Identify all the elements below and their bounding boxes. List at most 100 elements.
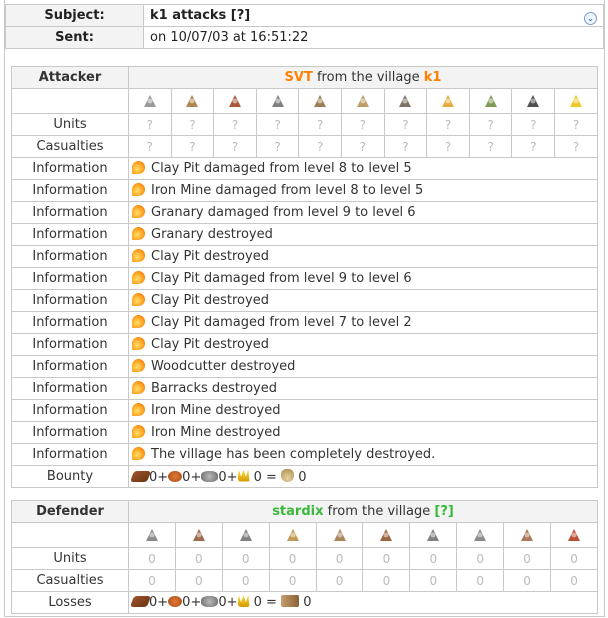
information-row: Information Clay Pit destroyed [11,333,598,356]
casualties-label: Casualties [11,569,129,592]
club-icon [128,88,172,114]
information-label: Information [11,201,129,224]
unit-count-cell: 0 [456,569,505,592]
catapult-fire-icon [132,425,145,438]
catapult-fire-icon [132,271,145,284]
information-row: Information Clay Pit destroyed [11,289,598,312]
equites-imperatoris-icon [315,522,364,548]
defender-from-text: from the village [327,504,431,519]
unit-count-cell: 0 [409,569,458,592]
information-text: Woodcutter destroyed [151,359,296,374]
unit-count-cell: 0 [409,547,458,570]
catapult-fire-icon [132,205,145,218]
catapult-fire-icon [132,337,145,350]
information-row: Information Granary damaged from level 9… [11,201,598,224]
defender-village-link[interactable]: [?] [434,504,453,519]
unit-count-cell: ? [255,135,300,158]
information-label: Information [11,267,129,290]
attacker-village-link[interactable]: k1 [424,70,442,85]
unit-count-cell: 0 [550,547,598,570]
information-text: Iron Mine damaged from level 8 to level … [151,183,424,198]
information-label: Information [11,443,129,466]
subject-value: k1 attacks [?] [150,8,251,23]
unit-count-cell: 0 [268,569,317,592]
defender-player-link[interactable]: stardix [272,504,323,519]
axe-icon [213,88,257,114]
unit-count-cell: ? [298,113,343,136]
information-row: Information Iron Mine damaged from level… [11,179,598,202]
information-label: Information [11,223,129,246]
unit-count-cell: 0 [221,569,270,592]
bounty-label: Bounty [11,465,129,488]
wood-icon [129,470,152,482]
unit-count-cell: ? [170,135,215,158]
attacker-player-link[interactable]: SVT [285,70,313,85]
catapult-icon [426,88,470,114]
defender-title: stardix from the village [?] [128,500,598,523]
information-label: Information [11,289,129,312]
information-text: Granary destroyed [151,227,273,242]
information-label: Information [11,377,129,400]
information-label: Information [11,179,129,202]
spear-icon [170,88,215,114]
clay-icon [168,596,183,607]
settler-icon [511,88,556,114]
unit-count-cell: 0 [128,547,176,570]
unit-count-cell: ? [554,113,598,136]
unit-count-cell: ? [298,135,343,158]
information-text: Granary damaged from level 9 to level 6 [151,205,416,220]
unit-count-cell: ? [426,135,470,158]
crop-icon [237,595,250,607]
iron-icon [201,470,219,482]
unit-count-cell: ? [128,113,172,136]
information-row: Information Granary destroyed [11,223,598,246]
unit-count-cell: 0 [315,569,364,592]
attacker-title: SVT from the village k1 [128,66,598,89]
unit-count-cell: ? [554,135,598,158]
expand-icon[interactable]: ⌄ [584,12,597,25]
information-row: Information Iron Mine destroyed [11,399,598,422]
information-text: Clay Pit destroyed [151,337,269,352]
attacker-from-text: from the village [316,70,420,85]
casualties-label: Casualties [11,135,129,158]
unit-count-cell: ? [426,113,470,136]
catapult-fire-icon [132,183,145,196]
attacker-role: Attacker [11,66,129,89]
information-row: Information Barracks destroyed [11,377,598,400]
information-text: Clay Pit damaged from level 7 to level 2 [151,315,412,330]
sent-value: on 10/07/03 at 16:51:22 [143,26,604,49]
unit-count-cell: ? [383,113,428,136]
units-label: Units [11,547,129,570]
unit-count-cell: ? [213,135,257,158]
legionnaire-icon [128,522,176,548]
attacker-report: Attacker SVT from the village k1 Units ?… [11,66,598,488]
unit-count-cell: 0 [550,569,598,592]
catapult-fire-icon [132,381,145,394]
defender-report: Defender stardix from the village [?] Un… [11,500,598,614]
defender-units-row: Units 0000000000 [11,547,598,570]
carry-bag-icon [281,468,295,482]
catapult-fire-icon [132,315,145,328]
unit-count-cell: ? [213,113,257,136]
information-text: Barracks destroyed [151,381,277,396]
unit-count-cell: ? [341,113,385,136]
unit-count-cell: ? [511,113,556,136]
unit-count-cell: ? [170,113,215,136]
units-label: Units [11,113,129,136]
information-row: Information Woodcutter destroyed [11,355,598,378]
unit-count-cell: 0 [503,547,552,570]
lost-units-icon [281,595,300,607]
iron-icon [201,596,219,607]
sent-label: Sent: [5,26,144,49]
equites-caesaris-icon [362,522,411,548]
unit-count-cell: ? [383,135,428,158]
senator-icon [503,522,552,548]
information-text: Clay Pit destroyed [151,249,269,264]
unit-count-cell: ? [341,135,385,158]
wood-icon [129,596,152,607]
information-label: Information [11,355,129,378]
catapult-fire-icon [132,293,145,306]
message-header: Subject: k1 attacks [?] ⌄ Sent: on 10/07… [5,4,604,49]
catapult-fire-icon [132,359,145,372]
defender-casualties-row: Casualties 0000000000 [11,569,598,592]
